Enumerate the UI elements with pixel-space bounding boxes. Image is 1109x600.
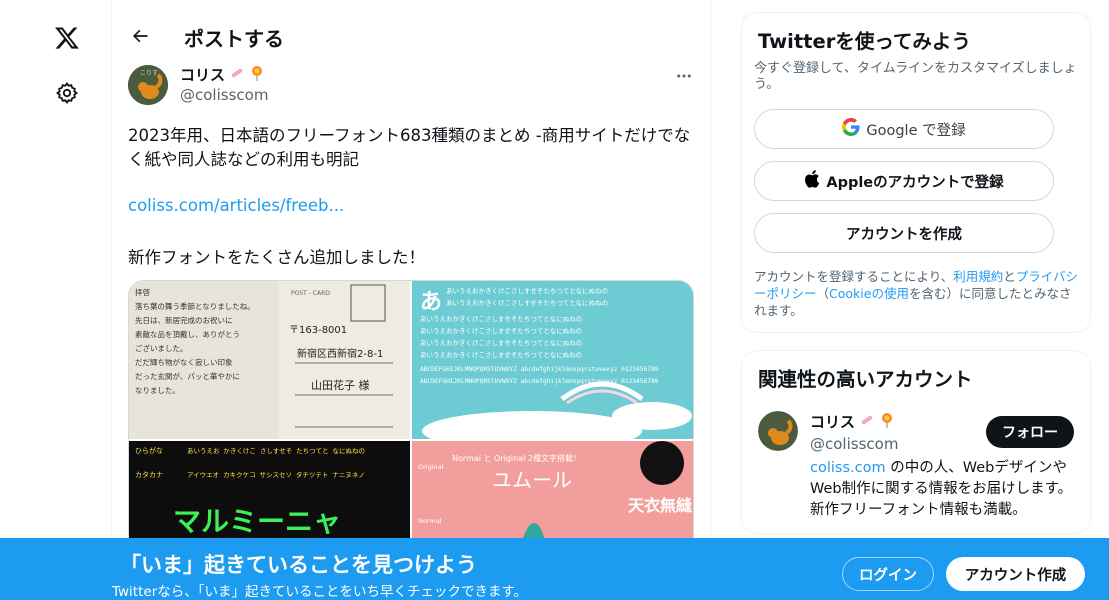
signup-button[interactable]: アカウント作成: [946, 557, 1085, 591]
tile4-label: Original: [418, 463, 444, 471]
google-icon: [842, 118, 860, 140]
create-account-button[interactable]: アカウントを作成: [754, 213, 1054, 253]
media-image-kana-specimen[interactable]: あ あいうえおかきくけこさしすせそたちつてとなにぬねの あいうえおかきくけこさし…: [412, 281, 693, 439]
signup-card-title: Twitterを使ってみよう: [758, 30, 971, 53]
signup-card: Twitterを使ってみよう 今すぐ登録して、タイムラインをカスタマイズしましょ…: [741, 12, 1091, 333]
follow-button[interactable]: フォロー: [986, 416, 1074, 448]
postcard-header: POST - CARD: [291, 290, 330, 297]
author-name-text: コリス: [180, 66, 226, 84]
page-title: ポストする: [184, 27, 284, 51]
google-signup-button[interactable]: Google で登録: [754, 109, 1054, 149]
left-nav: [0, 0, 112, 600]
candy-emoji-icon: [859, 412, 875, 432]
kana-sample-line: あいうえおかきくけこさしすせそたちつてとなにぬねの: [446, 299, 608, 307]
related-accounts-card: 関連性の高いアカウント コリス @colisscom フォロー coliss.c…: [741, 350, 1091, 534]
kana-big-glyph: あ: [420, 290, 442, 315]
gear-icon[interactable]: [44, 70, 90, 116]
kana-sample-line: あいうえおかきくけこさしすせそたちつてとなにぬねの: [420, 339, 582, 347]
terms-text: アカウントを登録することにより、利用規約とプライバシーポリシー（Cookieの使…: [754, 268, 1082, 319]
postcard-line: 落ち葉の舞う季節となりましたね。: [135, 301, 255, 311]
postcard-line: 素敵な品を頂戴し、ありがとう: [135, 329, 240, 339]
postcard-line: だだ輝ち物がなく寂しい印象: [135, 357, 233, 367]
related-handle[interactable]: @colisscom: [810, 435, 898, 453]
dot-row: あいうえお かきくけこ さしすせそ たちつてと なにぬねの: [187, 447, 365, 455]
candy-emoji-icon: [229, 65, 245, 85]
dot-row: アイウエオ カキクケコ サシスセソ タチツテト ナニヌネノ: [187, 470, 365, 479]
more-options-icon[interactable]: [672, 64, 696, 88]
related-accounts-title: 関連性の高いアカウント: [758, 368, 973, 391]
kana-sample-line: あいうえおかきくけこさしすせそたちつてとなにぬねの: [420, 315, 582, 323]
related-name[interactable]: コリス: [810, 411, 895, 432]
related-avatar[interactable]: [758, 411, 798, 455]
signup-card-subtitle: 今すぐ登録して、タイムラインをカスタマイズしましょう。: [754, 61, 1077, 92]
related-bio: coliss.com の中の人、Webデザインや Web制作に関する情報をお届け…: [810, 458, 1074, 521]
main-column: ポストする こりす コリス @colisscom 2023年用、日本語のフリーフ…: [112, 0, 711, 600]
lollipop-emoji-icon: [249, 65, 265, 85]
terms-and: と: [1003, 269, 1016, 284]
post-media-grid: 拝啓 落ち葉の舞う季節となりましたね。 先日は、新居完成のお祝いに 素敵な品を頂…: [128, 280, 694, 580]
latin-sample-line: ABCDEFGHIJKLMNOPQRSTUVWXYZ abcdefghijklm…: [420, 366, 659, 373]
postcard-zip: 〒163-8001: [289, 325, 347, 336]
post-text-secondary: 新作フォントをたくさん追加しました！: [128, 248, 425, 267]
svg-text:こりす: こりす: [140, 70, 158, 77]
signup-bottom-bar: 「いま」起きていることを見つけよう Twitterなら、「いま」起きていることを…: [0, 538, 1109, 600]
latin-sample-line: ABCDEFGHIJKLMNOPQRSTUVWXYZ abcdefghijklm…: [420, 378, 659, 385]
related-name-text: コリス: [810, 413, 856, 431]
postcard-line: なりました。: [135, 386, 180, 395]
postcard-line: 先日は、新居完成のお祝いに: [135, 315, 233, 325]
author-avatar[interactable]: こりす: [128, 65, 168, 105]
apple-signup-label: Appleのアカウントで登録: [826, 174, 1004, 191]
postcard-name: 山田花子 様: [311, 378, 370, 392]
back-arrow-icon[interactable]: [124, 20, 156, 52]
x-logo-icon[interactable]: [44, 15, 90, 61]
kana-sample-line: あいうえおかきくけこさしすせそたちつてとなにぬねの: [420, 351, 582, 359]
terms-link[interactable]: 利用規約: [953, 269, 1003, 284]
lollipop-emoji-icon: [879, 412, 895, 432]
terms-prefix: アカウントを登録することにより、: [754, 269, 954, 284]
postcard-address: 新宿区西新宿2-8-1: [297, 347, 383, 360]
media-image-postcard[interactable]: 拝啓 落ち葉の舞う季節となりましたね。 先日は、新居完成のお祝いに 素敵な品を頂…: [129, 281, 410, 439]
login-button[interactable]: ログイン: [842, 557, 934, 591]
terms-paren: （: [816, 286, 830, 301]
page-header: ポストする: [112, 0, 710, 72]
tile4-title: ユムール: [492, 468, 572, 492]
apple-icon: [804, 170, 820, 192]
kana-sample-line: あいうえおかきくけこさしすせそたちつてとなにぬねの: [420, 327, 582, 335]
tile4-label: Normal: [418, 517, 442, 525]
cookie-link[interactable]: Cookieの使用: [829, 286, 909, 301]
author-handle[interactable]: @colisscom: [180, 86, 268, 104]
bottom-bar-title: 「いま」起きていることを見つけよう: [120, 553, 477, 577]
dot-label: ひらがな: [135, 446, 163, 455]
postcard-line: だった玄関が、パッと華やかに: [135, 371, 240, 381]
post-text: 2023年用、日本語のフリーフォント683種類のまとめ -商用サイトだけでなく紙…: [128, 126, 691, 169]
postcard-line: 拝啓: [135, 287, 150, 297]
kana-sample-line: あいうえおかきくけこさしすせそたちつてとなにぬねの: [446, 287, 608, 295]
google-signup-label: Google で登録: [866, 122, 966, 139]
dot-font-title: マルミーニャ: [173, 505, 341, 538]
tile4-headline: Normal と Original 2種文字搭載！: [452, 453, 581, 463]
post-link[interactable]: coliss.com/articles/freeb...: [128, 196, 344, 215]
bottom-bar-subtitle: Twitterなら、「いま」起きていることをいち早くチェックできます。: [112, 584, 528, 600]
apple-signup-button[interactable]: Appleのアカウントで登録: [754, 161, 1054, 201]
postcard-line: ございました。: [135, 343, 188, 353]
dot-label: カタカナ: [135, 470, 163, 479]
author-name[interactable]: コリス: [180, 64, 265, 85]
related-bio-link[interactable]: coliss.com: [810, 460, 886, 476]
tile4-big: 天衣無縫: [628, 496, 693, 515]
